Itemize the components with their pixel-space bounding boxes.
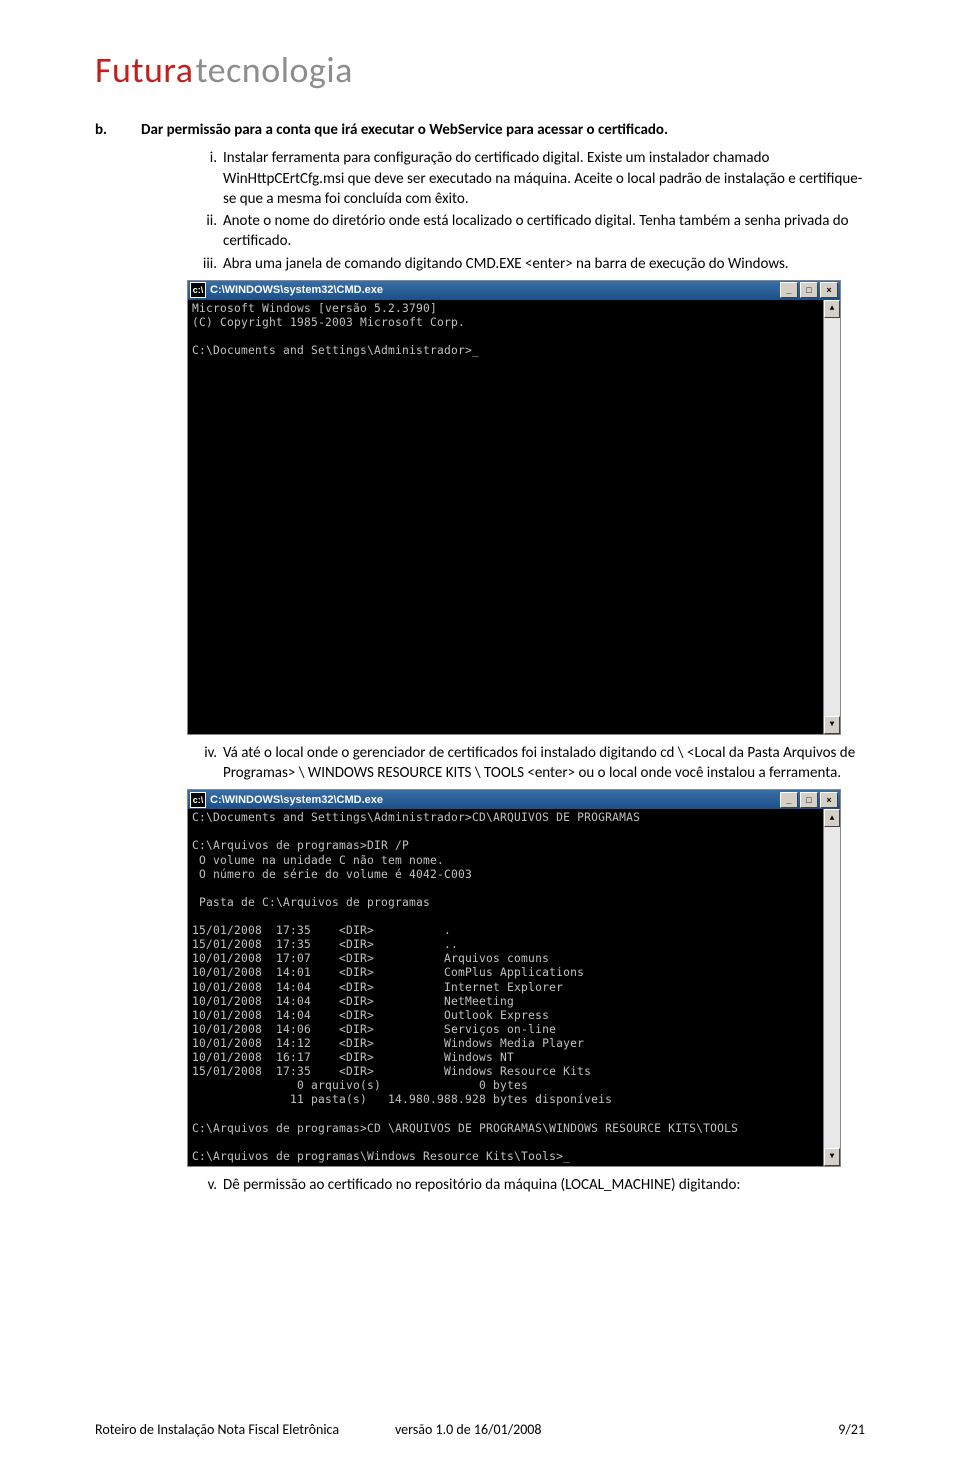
scroll-up-icon[interactable]: ▲ bbox=[824, 300, 840, 318]
logo-part2: tecnologia bbox=[195, 48, 352, 92]
scroll-track[interactable] bbox=[824, 318, 840, 716]
minimize-button[interactable]: _ bbox=[780, 282, 798, 298]
cmd-titlebar: c:\ C:\WINDOWS\system32\CMD.exe _ □ × bbox=[188, 790, 840, 809]
logo-part1: Futura bbox=[95, 48, 193, 92]
minimize-button[interactable]: _ bbox=[780, 792, 798, 808]
logo: Futuratecnologia bbox=[95, 48, 865, 92]
cmd-scrollbar[interactable]: ▲ ▼ bbox=[823, 809, 840, 1166]
section-b-label: b. bbox=[95, 120, 117, 140]
cmd-body: C:\Documents and Settings\Administrador>… bbox=[188, 809, 840, 1166]
list-item: v. Dê permissão ao certificado no reposi… bbox=[195, 1175, 865, 1195]
cmd-title: C:\WINDOWS\system32\CMD.exe bbox=[210, 284, 778, 296]
instruction-list-cont: iv. Vá até o local onde o gerenciador de… bbox=[95, 743, 865, 784]
item-text: Instalar ferramenta para configuração do… bbox=[223, 148, 865, 209]
cmd-window-2: c:\ C:\WINDOWS\system32\CMD.exe _ □ × C:… bbox=[187, 789, 841, 1167]
cmd-titlebar: c:\ C:\WINDOWS\system32\CMD.exe _ □ × bbox=[188, 281, 840, 300]
cmd-body: Microsoft Windows [versão 5.2.3790] (C) … bbox=[188, 300, 840, 734]
cmd-title: C:\WINDOWS\system32\CMD.exe bbox=[210, 794, 778, 806]
cmd-window-1: c:\ C:\WINDOWS\system32\CMD.exe _ □ × Mi… bbox=[187, 280, 841, 735]
section-b-title: Dar permissão para a conta que irá execu… bbox=[141, 120, 865, 140]
maximize-button[interactable]: □ bbox=[800, 792, 818, 808]
item-number: iv. bbox=[195, 743, 217, 784]
list-item: i. Instalar ferramenta para configuração… bbox=[195, 148, 865, 209]
scroll-down-icon[interactable]: ▼ bbox=[824, 716, 840, 734]
close-button[interactable]: × bbox=[820, 282, 838, 298]
cmd-icon: c:\ bbox=[190, 282, 206, 298]
item-number: v. bbox=[195, 1175, 217, 1195]
page-footer: Roteiro de Instalação Nota Fiscal Eletrô… bbox=[95, 1421, 865, 1438]
section-b: b. Dar permissão para a conta que irá ex… bbox=[95, 120, 865, 140]
cmd-output: C:\Documents and Settings\Administrador>… bbox=[188, 809, 823, 1166]
item-number: iii. bbox=[195, 254, 217, 274]
item-text: Anote o nome do diretório onde está loca… bbox=[223, 211, 865, 252]
list-item: iii. Abra uma janela de comando digitand… bbox=[195, 254, 865, 274]
scroll-track[interactable] bbox=[824, 827, 840, 1148]
instruction-list: i. Instalar ferramenta para configuração… bbox=[95, 148, 865, 274]
cmd-icon: c:\ bbox=[190, 792, 206, 808]
item-number: ii. bbox=[195, 211, 217, 252]
item-text: Dê permissão ao certificado no repositór… bbox=[223, 1175, 865, 1195]
footer-left: Roteiro de Instalação Nota Fiscal Eletrô… bbox=[95, 1421, 395, 1438]
list-item: ii. Anote o nome do diretório onde está … bbox=[195, 211, 865, 252]
item-text: Vá até o local onde o gerenciador de cer… bbox=[223, 743, 865, 784]
close-button[interactable]: × bbox=[820, 792, 838, 808]
scroll-down-icon[interactable]: ▼ bbox=[824, 1148, 840, 1166]
item-number: i. bbox=[195, 148, 217, 209]
scroll-up-icon[interactable]: ▲ bbox=[824, 809, 840, 827]
cmd-output: Microsoft Windows [versão 5.2.3790] (C) … bbox=[188, 300, 823, 734]
footer-center: versão 1.0 de 16/01/2008 bbox=[395, 1421, 665, 1438]
list-item: iv. Vá até o local onde o gerenciador de… bbox=[195, 743, 865, 784]
footer-right: 9/21 bbox=[665, 1421, 865, 1438]
item-text: Abra uma janela de comando digitando CMD… bbox=[223, 254, 865, 274]
maximize-button[interactable]: □ bbox=[800, 282, 818, 298]
instruction-list-cont2: v. Dê permissão ao certificado no reposi… bbox=[95, 1175, 865, 1195]
cmd-scrollbar[interactable]: ▲ ▼ bbox=[823, 300, 840, 734]
